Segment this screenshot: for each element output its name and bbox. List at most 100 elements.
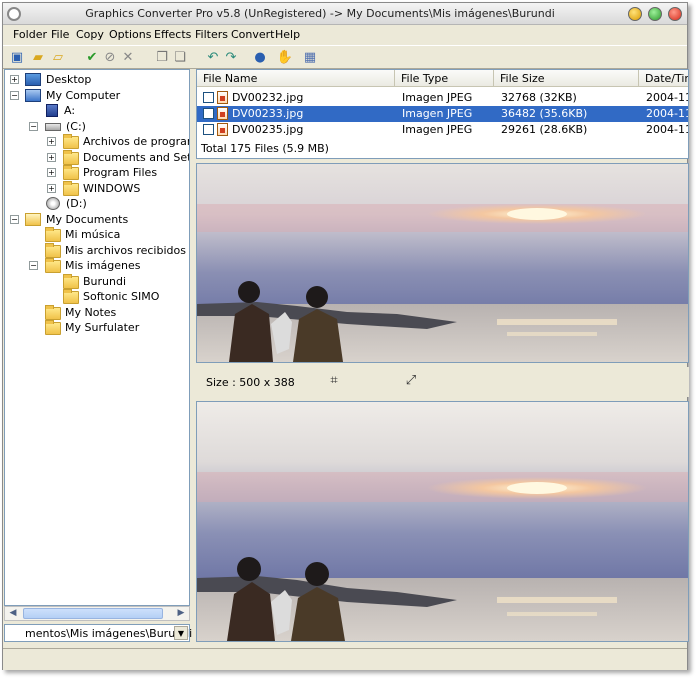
scroll-right-icon[interactable]: ▶ xyxy=(175,608,187,619)
column-header-date-time[interactable]: Date/Time xyxy=(639,70,688,87)
file-type: Imagen JPEG xyxy=(402,91,473,104)
menu-effects[interactable]: Effects xyxy=(154,28,191,41)
scroll-left-icon[interactable]: ◀ xyxy=(7,608,19,619)
tree-item-mis-archivos[interactable]: Mis archivos recibidos xyxy=(5,243,189,258)
file-type: Imagen JPEG xyxy=(402,107,473,120)
menu-folder[interactable]: Folder xyxy=(13,28,47,41)
expand-icon[interactable]: + xyxy=(10,75,19,84)
check-icon[interactable]: ✔ xyxy=(83,49,101,67)
title-bar[interactable]: Graphics Converter Pro v5.8 (UnRegistere… xyxy=(3,3,687,25)
help-icon[interactable]: ● xyxy=(251,49,269,67)
collapse-icon[interactable]: − xyxy=(10,215,19,224)
cancel-icon[interactable]: ⊘ xyxy=(101,49,119,67)
folder-icon xyxy=(63,165,79,180)
redo-icon[interactable]: ↷ xyxy=(222,49,240,67)
tree-item-label: (C:) xyxy=(66,120,86,133)
properties-icon[interactable]: ▣ xyxy=(8,49,26,67)
open-folder-icon[interactable]: ▰ xyxy=(29,49,47,67)
new-folder-icon[interactable]: ▱ xyxy=(49,49,67,67)
tree-item-my-documents[interactable]: − My Documents xyxy=(5,212,189,227)
column-header-file-size[interactable]: File Size xyxy=(494,70,639,87)
tree-item-label: Mi música xyxy=(65,228,121,241)
column-header-file-name[interactable]: File Name xyxy=(197,70,395,87)
collapse-icon[interactable]: − xyxy=(29,261,38,270)
documents-icon xyxy=(25,213,41,226)
tree-item-c-drive[interactable]: − (C:) xyxy=(5,119,189,134)
row-checkbox[interactable] xyxy=(203,108,214,119)
tree-item-d-drive[interactable]: (D:) xyxy=(5,196,189,211)
tree-item-windows[interactable]: + WINDOWS xyxy=(5,181,189,196)
file-type: Imagen JPEG xyxy=(402,123,473,136)
paste-icon[interactable]: ❏ xyxy=(171,49,189,67)
hand-icon[interactable]: ✋ xyxy=(276,49,294,67)
menu-file[interactable]: File xyxy=(51,28,69,41)
tree-item-softonic-simo[interactable]: Softonic SIMO xyxy=(5,289,189,304)
tree-item-label: Mis imágenes xyxy=(65,259,141,272)
tree-item-my-computer[interactable]: − My Computer xyxy=(5,88,189,103)
tree-item-label: Documents and Settings xyxy=(83,151,189,164)
column-header-file-type[interactable]: File Type xyxy=(395,70,494,87)
expand-icon[interactable]: + xyxy=(47,137,56,146)
expand-icon[interactable]: + xyxy=(47,168,56,177)
expand-icon[interactable]: + xyxy=(47,184,56,193)
collapse-icon[interactable]: − xyxy=(10,91,19,100)
collapse-icon[interactable]: − xyxy=(29,122,38,131)
crop-icon[interactable]: ⌗ xyxy=(326,373,342,389)
tree-item-mi-musica[interactable]: Mi música xyxy=(5,227,189,242)
tree-item-archivos[interactable]: + Archivos de programa xyxy=(5,134,189,149)
menu-filters[interactable]: Filters xyxy=(195,28,228,41)
tree-item-label: Desktop xyxy=(46,73,92,86)
minimize-button[interactable] xyxy=(628,7,642,21)
windows-icon[interactable]: ▦ xyxy=(301,49,319,67)
cd-drive-icon xyxy=(46,197,60,210)
tree-item-a-drive[interactable]: A: xyxy=(5,103,189,118)
close-icon[interactable]: ✕ xyxy=(119,49,137,67)
close-window-button[interactable] xyxy=(668,7,682,21)
chevron-down-icon[interactable]: ▼ xyxy=(174,626,188,640)
menu-help[interactable]: Help xyxy=(275,28,300,41)
resize-icon[interactable]: ⤢ xyxy=(403,373,419,389)
tree-item-label: My Surfulater xyxy=(65,321,140,334)
tree-item-my-notes[interactable]: My Notes xyxy=(5,305,189,320)
converted-image-pane[interactable] xyxy=(196,401,689,642)
table-row[interactable]: DV00233.jpg Imagen JPEG 36482 (35.6KB) 2… xyxy=(197,106,688,122)
tree-item-mis-imagenes[interactable]: − Mis imágenes xyxy=(5,258,189,273)
tree-item-program-files[interactable]: + Program Files xyxy=(5,165,189,180)
tree-item-label: Burundi xyxy=(83,275,127,288)
folder-icon xyxy=(63,274,79,289)
tree-item-burundi[interactable]: Burundi xyxy=(5,274,189,289)
menu-convert[interactable]: Convert xyxy=(231,28,275,41)
file-list[interactable]: File Name File Type File Size Date/Time … xyxy=(196,69,689,159)
folder-tree[interactable]: + Desktop − My Computer A: − (C:) + Arch… xyxy=(4,69,190,606)
row-checkbox[interactable] xyxy=(203,124,214,135)
file-name: DV00232.jpg xyxy=(232,91,304,104)
file-date: 2004-11- xyxy=(646,123,688,136)
expand-icon[interactable]: + xyxy=(47,153,56,162)
original-image-pane[interactable] xyxy=(196,163,689,363)
path-combobox[interactable]: mentos\Mis imágenes\Burundi ▼ xyxy=(4,624,192,642)
menu-options[interactable]: Options xyxy=(109,28,151,41)
app-window: Graphics Converter Pro v5.8 (UnRegistere… xyxy=(2,2,689,670)
status-bar xyxy=(3,648,687,670)
image-size-label: Size : 500 x 388 xyxy=(206,376,295,389)
table-row[interactable]: DV00235.jpg Imagen JPEG 29261 (28.6KB) 2… xyxy=(197,122,688,138)
tree-horizontal-scrollbar[interactable]: ◀ ▶ xyxy=(4,606,190,621)
tree-item-desktop[interactable]: + Desktop xyxy=(5,72,189,87)
toolbar: ▣ ▰ ▱ ✔ ⊘ ✕ ❐ ❏ ↶ ↷ ● ✋ ▦ xyxy=(3,45,687,69)
window-title: Graphics Converter Pro v5.8 (UnRegistere… xyxy=(85,7,555,20)
tree-item-label: WINDOWS xyxy=(83,182,141,195)
tree-item-documents-settings[interactable]: + Documents and Settings xyxy=(5,150,189,165)
menu-copy[interactable]: Copy xyxy=(76,28,104,41)
tree-item-my-surfulater[interactable]: My Surfulater xyxy=(5,320,189,335)
undo-icon[interactable]: ↶ xyxy=(204,49,222,67)
table-row[interactable]: DV00232.jpg Imagen JPEG 32768 (32KB) 200… xyxy=(197,90,688,106)
maximize-button[interactable] xyxy=(648,7,662,21)
converted-image xyxy=(197,402,688,641)
folder-icon xyxy=(63,181,79,196)
scroll-thumb[interactable] xyxy=(23,608,163,619)
folder-icon xyxy=(45,227,61,242)
app-icon[interactable] xyxy=(7,7,21,21)
copy-icon[interactable]: ❐ xyxy=(153,49,171,67)
row-checkbox[interactable] xyxy=(203,92,214,103)
drive-icon xyxy=(45,123,61,131)
